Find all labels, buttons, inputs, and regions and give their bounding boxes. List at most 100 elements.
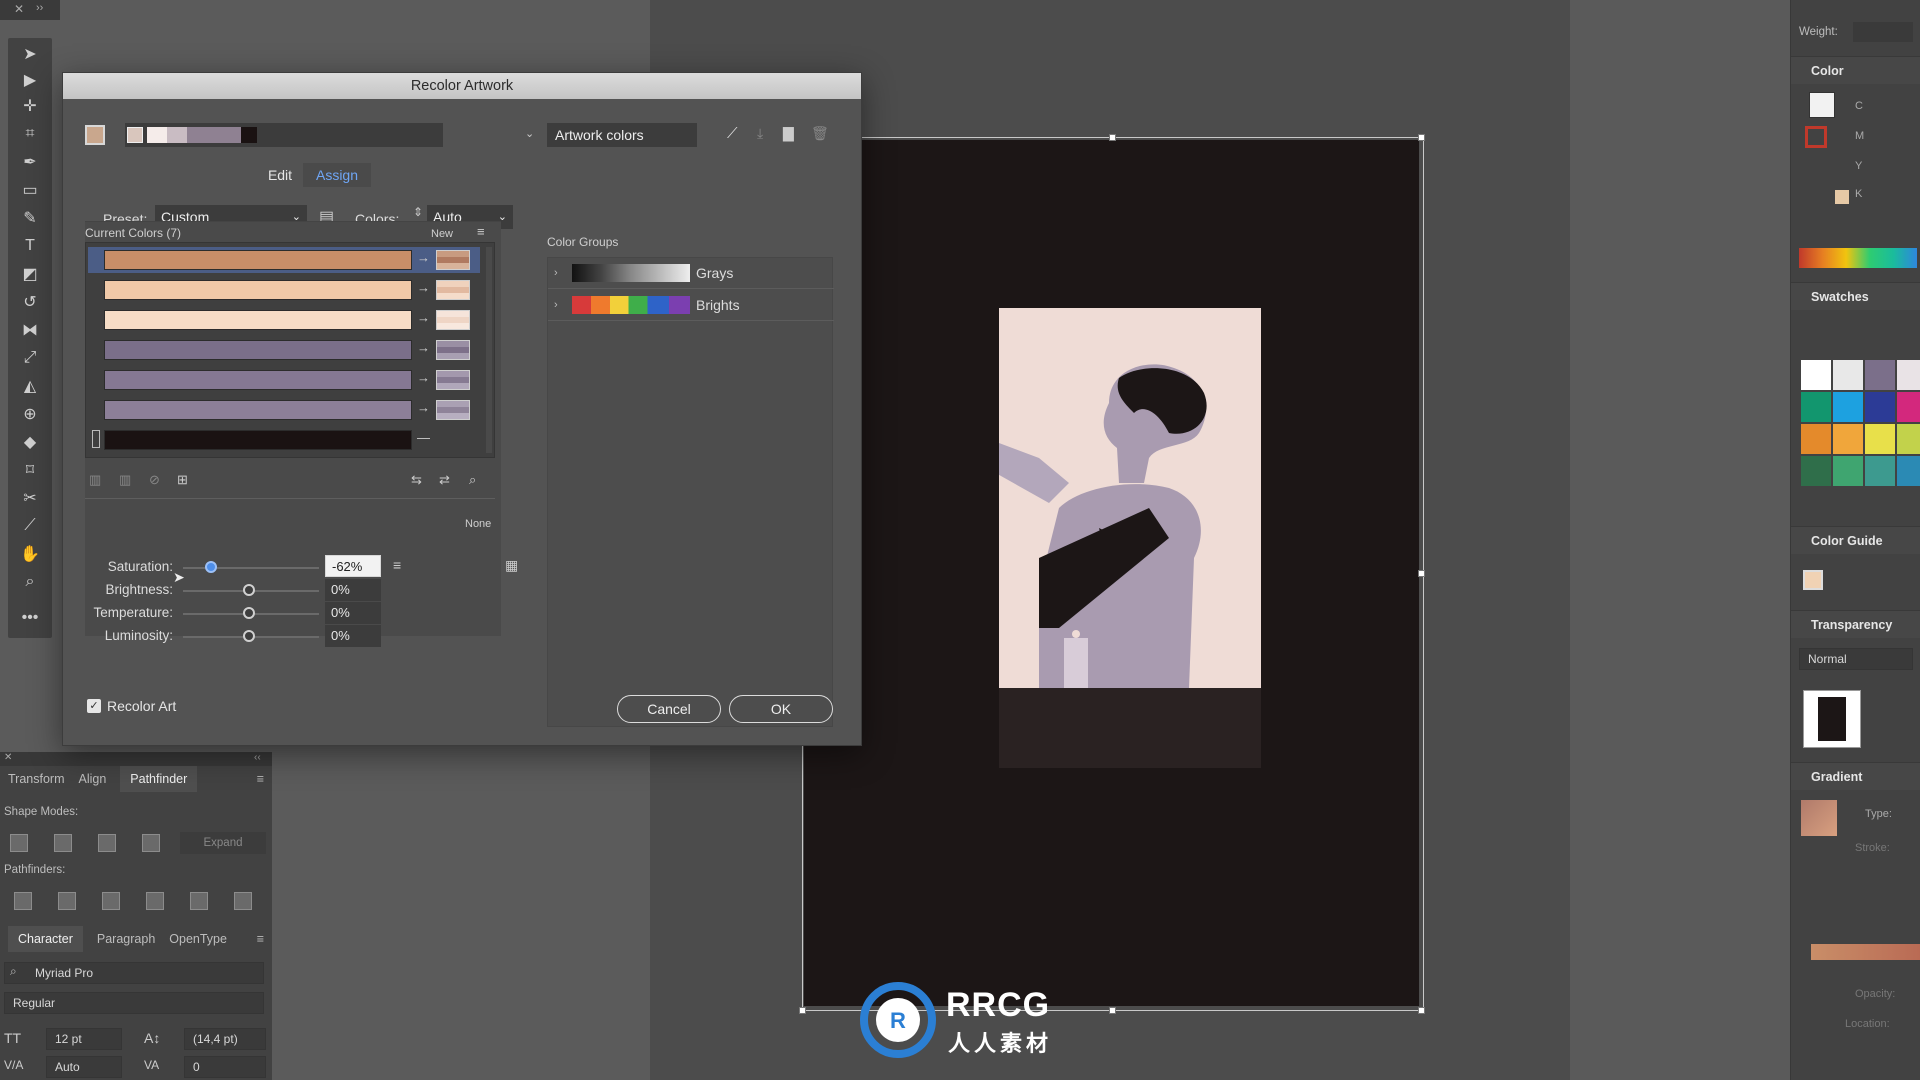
swatch-orange[interactable] <box>1801 424 1831 454</box>
cancel-button[interactable]: Cancel <box>617 695 721 723</box>
swatch-dark-green[interactable] <box>1801 456 1831 486</box>
colors-stepper-icon[interactable]: ⇕ <box>413 205 423 219</box>
hand-tool-icon[interactable]: ✋ <box>16 542 44 566</box>
panel-menu-icon[interactable]: ≡ <box>257 932 264 946</box>
swatch-navy[interactable] <box>1865 392 1895 422</box>
reflect-tool-icon[interactable]: ⧓ <box>16 318 44 342</box>
luminosity-slider-knob[interactable] <box>243 630 255 642</box>
menu-icon[interactable]: ≡ <box>477 224 485 239</box>
exclude-button[interactable] <box>142 834 160 852</box>
selection-handle[interactable] <box>799 1007 806 1014</box>
blend-mode-select[interactable]: Normal <box>1799 648 1913 670</box>
swatch-registration[interactable] <box>1833 360 1863 390</box>
folder-icon[interactable]: ▇ <box>783 125 794 142</box>
temperature-input[interactable]: 0% <box>325 602 381 624</box>
recolor-art-checkbox[interactable]: ✓ <box>87 699 101 713</box>
minus-back-button[interactable] <box>234 892 252 910</box>
selection-handle[interactable] <box>1109 1007 1116 1014</box>
brightness-slider-knob[interactable] <box>243 584 255 596</box>
transparency-panel-header[interactable]: Transparency <box>1791 610 1920 638</box>
eyedropper-icon[interactable]: ⟋ <box>727 125 738 142</box>
collapse-icon[interactable]: ‹‹ <box>254 752 261 763</box>
divide-button[interactable] <box>14 892 32 910</box>
swatch-magenta[interactable] <box>1897 392 1920 422</box>
new-color-swatch[interactable] <box>436 310 470 330</box>
swatch-yellow[interactable] <box>1865 424 1895 454</box>
tab-character[interactable]: Character <box>8 926 83 952</box>
current-color-row[interactable] <box>104 430 412 450</box>
tab-opentype[interactable]: OpenType <box>169 932 227 946</box>
crop-button[interactable] <box>146 892 164 910</box>
paint-bucket-icon[interactable]: ◆ <box>16 430 44 454</box>
expand-icon[interactable]: ›› <box>36 2 43 14</box>
expand-button[interactable]: Expand <box>180 832 266 854</box>
tab-transform[interactable]: Transform <box>8 772 65 786</box>
font-size-field[interactable]: 12 pt <box>46 1028 122 1050</box>
exclude-colors-icon[interactable]: ⊘ <box>149 472 160 488</box>
new-color-swatch[interactable] <box>436 400 470 420</box>
find-color-icon[interactable]: ⌕ <box>469 472 476 488</box>
color-spectrum[interactable] <box>1799 248 1917 268</box>
current-color-row[interactable] <box>104 280 412 300</box>
zoom-tool-icon[interactable]: ⌕ <box>16 570 44 594</box>
unite-button[interactable] <box>10 834 28 852</box>
tab-paragraph[interactable]: Paragraph <box>97 932 155 946</box>
gradient-slider[interactable] <box>1811 944 1920 960</box>
color-group-brights[interactable]: › Brights <box>548 290 834 321</box>
color-panel-header[interactable]: Color <box>1791 56 1920 84</box>
selection-handle[interactable] <box>1109 134 1116 141</box>
swatch-teal[interactable] <box>1865 456 1895 486</box>
merge-colors-icon[interactable]: ▥ <box>89 472 101 488</box>
temperature-slider-knob[interactable] <box>243 607 255 619</box>
weight-field[interactable] <box>1853 22 1913 42</box>
eyedropper-tool-icon[interactable]: ⟋ <box>16 514 44 538</box>
color-harmony-bar[interactable] <box>125 123 443 147</box>
color-guide-panel-header[interactable]: Color Guide <box>1791 526 1920 554</box>
eraser-tool-icon[interactable]: ◩ <box>16 262 44 286</box>
new-color-swatch[interactable] <box>436 340 470 360</box>
artwork-colors-field[interactable]: Artwork colors <box>547 123 697 147</box>
swatch-none[interactable] <box>1801 360 1831 390</box>
adjust-menu-icon[interactable]: ≡ <box>393 557 401 573</box>
selection-handle[interactable] <box>1418 134 1425 141</box>
outline-button[interactable] <box>190 892 208 910</box>
leading-field[interactable]: (14,4 pt) <box>184 1028 266 1050</box>
direct-selection-tool-icon[interactable]: ▶ <box>16 68 44 92</box>
current-color-row[interactable] <box>104 310 412 330</box>
new-color-swatch[interactable] <box>436 250 470 270</box>
randomly-change-order-icon[interactable]: ⇆ <box>411 472 422 488</box>
color-group-grays[interactable]: › Grays <box>548 258 834 289</box>
scale-tool-icon[interactable]: ⤢ <box>16 346 44 370</box>
ok-button[interactable]: OK <box>729 695 833 723</box>
current-color-row[interactable] <box>104 340 412 360</box>
close-icon[interactable]: ✕ <box>4 752 12 763</box>
close-icon[interactable]: ✕ <box>14 2 24 16</box>
fill-swatch[interactable] <box>1809 92 1835 118</box>
color-mode-icon[interactable]: ▦ <box>505 557 518 574</box>
brightness-input[interactable]: 0% <box>325 579 381 601</box>
preserve-color-icon[interactable] <box>92 430 100 448</box>
gradient-panel-header[interactable]: Gradient <box>1791 762 1920 790</box>
merge-button[interactable] <box>102 892 120 910</box>
font-style-field[interactable]: Regular <box>4 992 264 1014</box>
minus-front-button[interactable] <box>54 834 72 852</box>
shape-builder-tool-icon[interactable]: ⊕ <box>16 402 44 426</box>
swatch-lime[interactable] <box>1897 424 1920 454</box>
saturation-track[interactable] <box>183 567 319 569</box>
current-color-row[interactable] <box>104 370 412 390</box>
scissors-tool-icon[interactable]: ✂ <box>16 486 44 510</box>
tracking-field[interactable]: 0 <box>184 1056 266 1078</box>
chevron-down-icon[interactable]: ⌄ <box>525 127 534 140</box>
swatch-blue[interactable] <box>1833 392 1863 422</box>
swatches-panel-header[interactable]: Swatches <box>1791 282 1920 310</box>
trim-button[interactable] <box>58 892 76 910</box>
last-color-swatch[interactable] <box>1835 190 1849 204</box>
font-family-field[interactable]: Myriad Pro <box>4 962 264 984</box>
saturation-input[interactable]: -62% <box>325 555 381 577</box>
rotate-tool-icon[interactable]: ↺ <box>16 290 44 314</box>
intersect-button[interactable] <box>98 834 116 852</box>
free-transform-tool-icon[interactable]: ⌑ <box>16 458 44 482</box>
gradient-preview[interactable] <box>1801 800 1837 836</box>
panel-menu-icon[interactable]: ≡ <box>257 772 264 786</box>
tab-assign[interactable]: Assign <box>303 163 371 187</box>
